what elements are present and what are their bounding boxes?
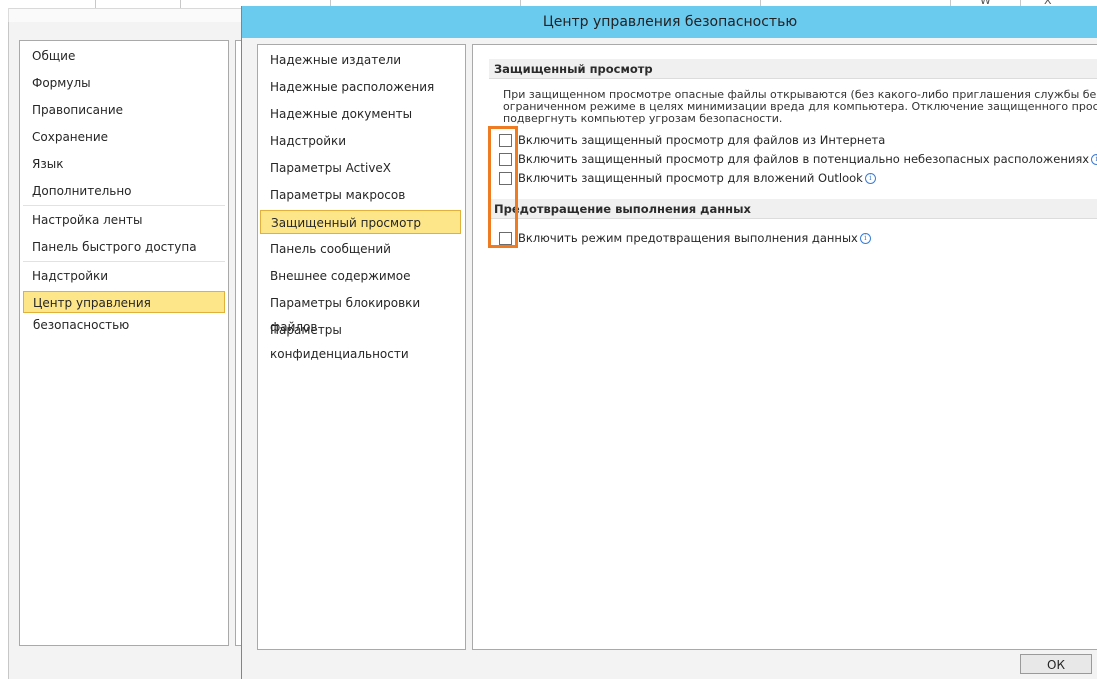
section-heading-protected-view: Защищенный просмотр [489, 59, 1097, 79]
tc-nav-trusted-documents[interactable]: Надежные документы [260, 102, 461, 126]
cell-divider [95, 0, 96, 8]
ok-button[interactable]: ОК [1020, 654, 1092, 674]
checkbox-label[interactable]: Включить защищенный просмотр для файлов … [518, 152, 1089, 166]
tc-nav-addins[interactable]: Надстройки [260, 129, 461, 153]
protected-view-panel: Защищенный просмотр При защищенном просм… [472, 44, 1097, 650]
info-icon[interactable]: i [859, 232, 871, 244]
options-nav-list: Общие Формулы Правописание Сохранение Яз… [19, 40, 229, 646]
options-nav-save[interactable]: Сохранение [23, 126, 225, 148]
options-nav-formulas[interactable]: Формулы [23, 72, 225, 94]
description-line: подвергнуть компьютер угрозам безопаснос… [503, 112, 783, 125]
tc-nav-macros[interactable]: Параметры макросов [260, 183, 461, 207]
options-nav-proofing[interactable]: Правописание [23, 99, 225, 121]
tc-nav-external-content[interactable]: Внешнее содержимое [260, 264, 461, 288]
nav-separator [23, 261, 225, 262]
options-nav-trust-center[interactable]: Центр управления безопасностью [23, 291, 225, 332]
title-bar[interactable]: Центр управления безопасностью [242, 6, 1097, 38]
tc-nav-trusted-publishers[interactable]: Надежные издатели [260, 48, 461, 72]
option-row: Включить режим предотвращения выполнения… [499, 229, 871, 247]
tc-nav-activex[interactable]: Параметры ActiveX [260, 156, 461, 180]
options-nav-customize-ribbon[interactable]: Настройка ленты [23, 209, 225, 231]
nav-separator [23, 205, 225, 206]
tc-nav-file-block[interactable]: Параметры блокировки файлов [260, 291, 461, 334]
cell-divider [180, 0, 181, 8]
tc-nav-message-bar[interactable]: Панель сообщений [260, 237, 461, 261]
options-nav-quick-access[interactable]: Панель быстрого доступа [23, 236, 225, 258]
excel-options-dialog: Общие Формулы Правописание Сохранение Яз… [8, 22, 249, 679]
checkbox-label[interactable]: Включить режим предотвращения выполнения… [518, 231, 858, 245]
tc-nav-protected-view[interactable]: Защищенный просмотр [260, 210, 461, 234]
trust-center-nav: Надежные издатели Надежные расположения … [257, 44, 466, 650]
options-nav-addins[interactable]: Надстройки [23, 265, 225, 287]
section-heading-dep: Предотвращение выполнения данных [489, 199, 1097, 219]
options-nav-general[interactable]: Общие [23, 45, 225, 67]
highlight-annotation-box [488, 126, 518, 248]
protected-view-description: При защищенном просмотре опасные файлы о… [503, 89, 1097, 125]
dialog-title: Центр управления безопасностью [542, 14, 798, 30]
tc-nav-trusted-locations[interactable]: Надежные расположения [260, 75, 461, 99]
options-nav-language[interactable]: Язык [23, 153, 225, 175]
option-row: Включить защищенный просмотр для файлов … [499, 131, 885, 149]
trust-center-dialog: Центр управления безопасностью Надежные … [241, 6, 1097, 679]
info-icon[interactable]: i [1091, 153, 1097, 165]
info-icon[interactable]: i [864, 172, 876, 184]
option-row: Включить защищенный просмотр для вложени… [499, 169, 876, 187]
option-row: Включить защищенный просмотр для файлов … [499, 150, 1097, 168]
checkbox-label[interactable]: Включить защищенный просмотр для файлов … [518, 133, 885, 147]
checkbox-label[interactable]: Включить защищенный просмотр для вложени… [518, 171, 863, 185]
options-nav-advanced[interactable]: Дополнительно [23, 180, 225, 202]
tc-nav-privacy[interactable]: Параметры конфиденциальности [260, 318, 461, 361]
